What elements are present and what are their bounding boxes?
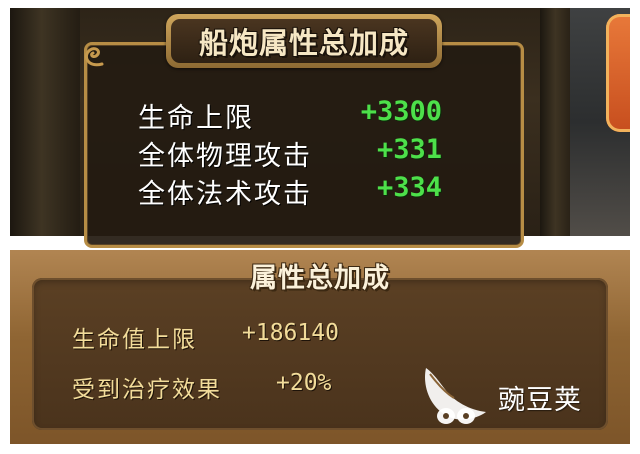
stat-label: 生命值上限 (72, 327, 197, 353)
stat-value: +186140 (242, 320, 339, 346)
stat-value: +331 (376, 134, 442, 165)
stat-value: +334 (376, 172, 442, 203)
background-pillar (540, 8, 574, 236)
stat-row-physical-attack: 全体物理攻击 +331 (138, 134, 442, 172)
stat-row-max-hp: 生命上限 +3300 (138, 96, 442, 134)
total-bonus-title: 属性总加成 (250, 263, 390, 294)
stat-value: +20% (276, 370, 332, 396)
cannon-panel-title-plate: 船炮属性总加成 (166, 14, 442, 68)
stat-value: +3300 (360, 96, 442, 127)
background-pillar (10, 8, 80, 236)
stat-row-magic-attack: 全体法术攻击 +334 (138, 172, 442, 210)
stat-label: 全体法术攻击 (138, 179, 312, 210)
stat-label: 全体物理攻击 (138, 141, 312, 172)
scroll-curl-icon (85, 47, 104, 67)
cannon-panel-title: 船炮属性总加成 (198, 26, 409, 60)
watermark-text: 豌豆荚 (498, 385, 582, 416)
stat-label: 受到治疗效果 (72, 377, 222, 403)
stat-label: 生命上限 (138, 103, 254, 134)
side-button-edge[interactable] (606, 14, 630, 132)
